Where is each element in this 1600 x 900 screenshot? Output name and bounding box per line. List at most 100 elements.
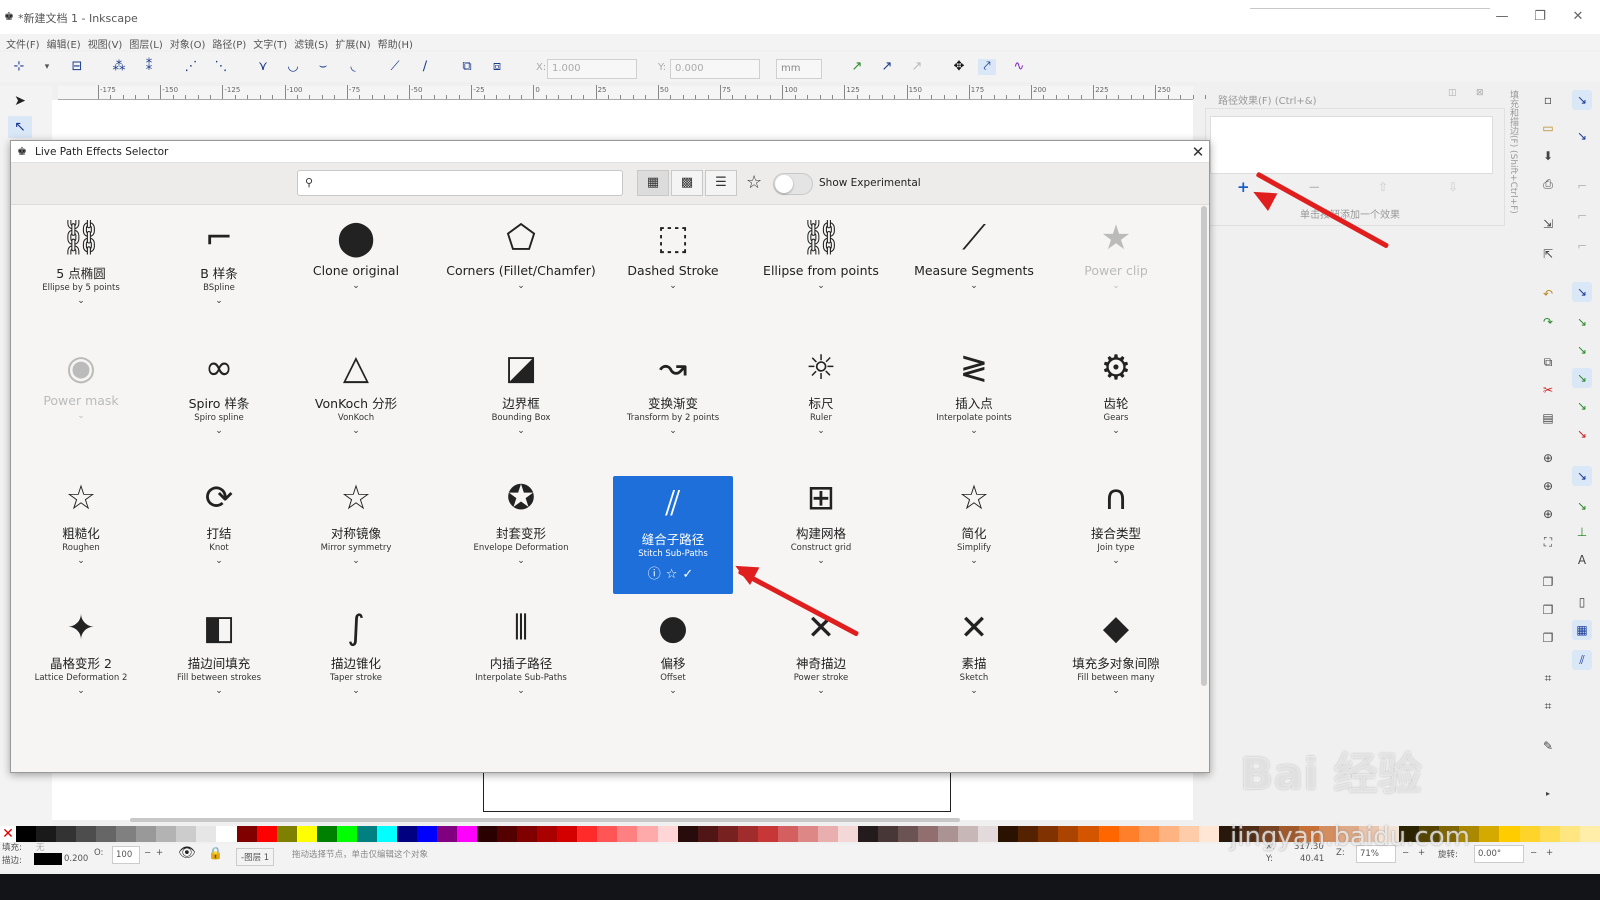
export-icon[interactable]: ⇱ [1538,244,1558,264]
color-swatch[interactable] [1158,826,1179,842]
color-swatch[interactable] [918,826,939,842]
show-handles-icon[interactable]: ⤤ [978,59,996,75]
duplicate-icon[interactable]: ❐ [1538,572,1558,592]
favorites-star-icon[interactable]: ☆ [746,172,762,193]
snap-text-icon[interactable]: A [1572,550,1592,570]
expand-chevron-icon[interactable]: ⌄ [1051,426,1181,436]
color-swatch[interactable] [96,826,117,842]
ungroup-icon[interactable]: ⌗ [1538,696,1558,716]
line-segment-icon[interactable]: ⟋ [386,59,404,75]
color-swatch[interactable] [878,826,899,842]
color-swatch[interactable] [176,826,197,842]
effect-card[interactable]: ◪ 边界框 Bounding Box ⌄ [436,346,606,436]
dialog-close-button[interactable]: ✕ [1189,141,1207,163]
path-effects-list[interactable] [1210,116,1493,174]
menu-path[interactable]: 路径(P) [212,34,253,51]
color-swatch[interactable] [1118,826,1139,842]
color-swatch[interactable] [336,826,357,842]
rotate-field[interactable]: 0.00° [1474,845,1524,863]
show-transform-handles-icon[interactable]: ✥ [950,59,968,75]
remove-effect-button[interactable]: − [1308,178,1321,196]
color-swatch[interactable] [998,826,1019,842]
color-swatch[interactable] [256,826,277,842]
effect-card[interactable]: ✦ 晶格变形 2 Lattice Deformation 2 ⌄ [16,606,146,696]
color-swatch[interactable] [1038,826,1059,842]
effect-card[interactable]: ⦀ 内插子路径 Interpolate Sub-Paths ⌄ [436,606,606,696]
color-swatch[interactable] [537,826,558,842]
color-swatch[interactable] [837,826,858,842]
color-swatch[interactable] [1198,826,1219,842]
paste-icon[interactable]: ▤ [1538,408,1558,428]
color-swatch[interactable] [76,826,97,842]
opacity-plus-icon[interactable]: + [156,848,163,858]
expand-chevron-icon[interactable]: ⌄ [436,426,606,436]
symmetric-node-icon[interactable]: ⌣ [314,59,332,75]
show-clip-path-icon[interactable]: ↗ [848,59,866,75]
effect-card[interactable]: ∩ 接合类型 Join type ⌄ [1051,476,1181,566]
color-swatch[interactable] [517,826,538,842]
large-grid-view-button[interactable]: ▦ [637,170,669,196]
zoom-page-width-icon[interactable]: ⛶ [1538,532,1558,552]
color-swatch[interactable] [737,826,758,842]
color-swatch[interactable] [1018,826,1039,842]
effect-card[interactable]: ☆ 简化 Simplify ⌄ [904,476,1044,566]
fill-stroke-tab[interactable]: 填充和描边(F) (Shift+Ctrl+F) [1506,90,1520,230]
color-swatch[interactable] [1559,826,1580,842]
expand-chevron-icon[interactable]: ⌄ [291,426,421,436]
y-field[interactable]: 0.000 [670,59,760,79]
effect-card[interactable]: ✕ 素描 Sketch ⌄ [904,606,1044,696]
color-swatch[interactable] [236,826,257,842]
snap-guide-icon[interactable]: ⫽ [1572,650,1592,670]
expand-chevron-icon[interactable]: ⌄ [154,296,284,306]
effect-card[interactable]: ⌐ B 样条 BSpline ⌄ [154,216,284,306]
snap-bbox-midpoint-icon[interactable]: ⌐ [1572,236,1592,256]
redo-icon[interactable]: ↷ [1538,312,1558,332]
selector-tool-icon[interactable]: ➤ [8,90,32,112]
snap-bbox-edge-icon[interactable]: ⌐ [1572,176,1592,196]
color-swatch[interactable] [1539,826,1560,842]
expand-chevron-icon[interactable]: ⌄ [613,426,733,436]
cusp-node-icon[interactable]: ⋎ [254,59,272,75]
effect-card[interactable]: ⛓ Ellipse from points ⌄ [756,216,886,291]
expand-chevron-icon[interactable]: ⌄ [756,556,886,566]
color-swatch[interactable] [1479,826,1500,842]
effect-card[interactable]: ⬚ Dashed Stroke ⌄ [613,216,733,291]
color-swatch[interactable] [677,826,698,842]
snap-smooth-nodes-icon[interactable]: ↘ [1572,396,1592,416]
menu-file[interactable]: 文件(F) [6,34,47,51]
effect-card[interactable]: ◉ Power mask ⌄ [16,346,146,421]
effect-card[interactable]: ☆ 对称镜像 Mirror symmetry ⌄ [291,476,421,566]
effect-card[interactable]: ≷ 插入点 Interpolate points ⌄ [904,346,1044,436]
color-swatch[interactable] [557,826,578,842]
color-swatch[interactable] [216,826,237,842]
snap-page-border-icon[interactable]: ▯ [1572,592,1592,612]
color-swatch[interactable] [1499,826,1520,842]
color-swatch[interactable] [958,826,979,842]
effect-card[interactable]: △ VonKoch 分形 VonKoch ⌄ [291,346,421,436]
effect-card[interactable]: ⛓ 5 点椭圆 Ellipse by 5 points ⌄ [16,216,146,306]
expand-chevron-icon[interactable]: ⌄ [16,296,146,306]
delete-node-icon[interactable]: ⊟ [68,59,86,75]
expand-chevron-icon[interactable]: ⌄ [436,686,606,696]
effect-card[interactable]: ⟋ Measure Segments ⌄ [904,216,1044,291]
effect-card[interactable]: ∞ Spiro 样条 Spiro spline ⌄ [154,346,284,436]
show-experimental-toggle[interactable] [773,173,813,195]
undo-icon[interactable]: ↶ [1538,284,1558,304]
effect-card[interactable]: ⊞ 构建网格 Construct grid ⌄ [756,476,886,566]
menu-text[interactable]: 文字(T) [253,34,294,51]
snap-cusp-nodes-icon[interactable]: ↘ [1572,368,1592,388]
opacity-minus-icon[interactable]: − [144,848,151,858]
expand-chevron-icon[interactable]: ⌄ [904,281,1044,291]
join-segment-icon[interactable]: ⋰ [182,59,200,75]
insert-dropdown-icon[interactable]: ▾ [38,59,56,75]
snap-path-intersection-icon[interactable]: ↘ [1572,340,1592,360]
new-document-icon[interactable]: ▫ [1538,90,1558,110]
snap-paths-icon[interactable]: ↘ [1572,312,1592,332]
curve-segment-icon[interactable]: ∕ [416,59,434,75]
clone-icon[interactable]: ❐ [1538,600,1558,620]
import-icon[interactable]: ⇲ [1538,214,1558,234]
rotate-plus-icon[interactable]: + [1546,848,1553,858]
palette-scrollbar[interactable] [130,818,960,822]
stroke-to-path-icon[interactable]: ⧈ [488,59,506,75]
cut-icon[interactable]: ✂ [1538,380,1558,400]
